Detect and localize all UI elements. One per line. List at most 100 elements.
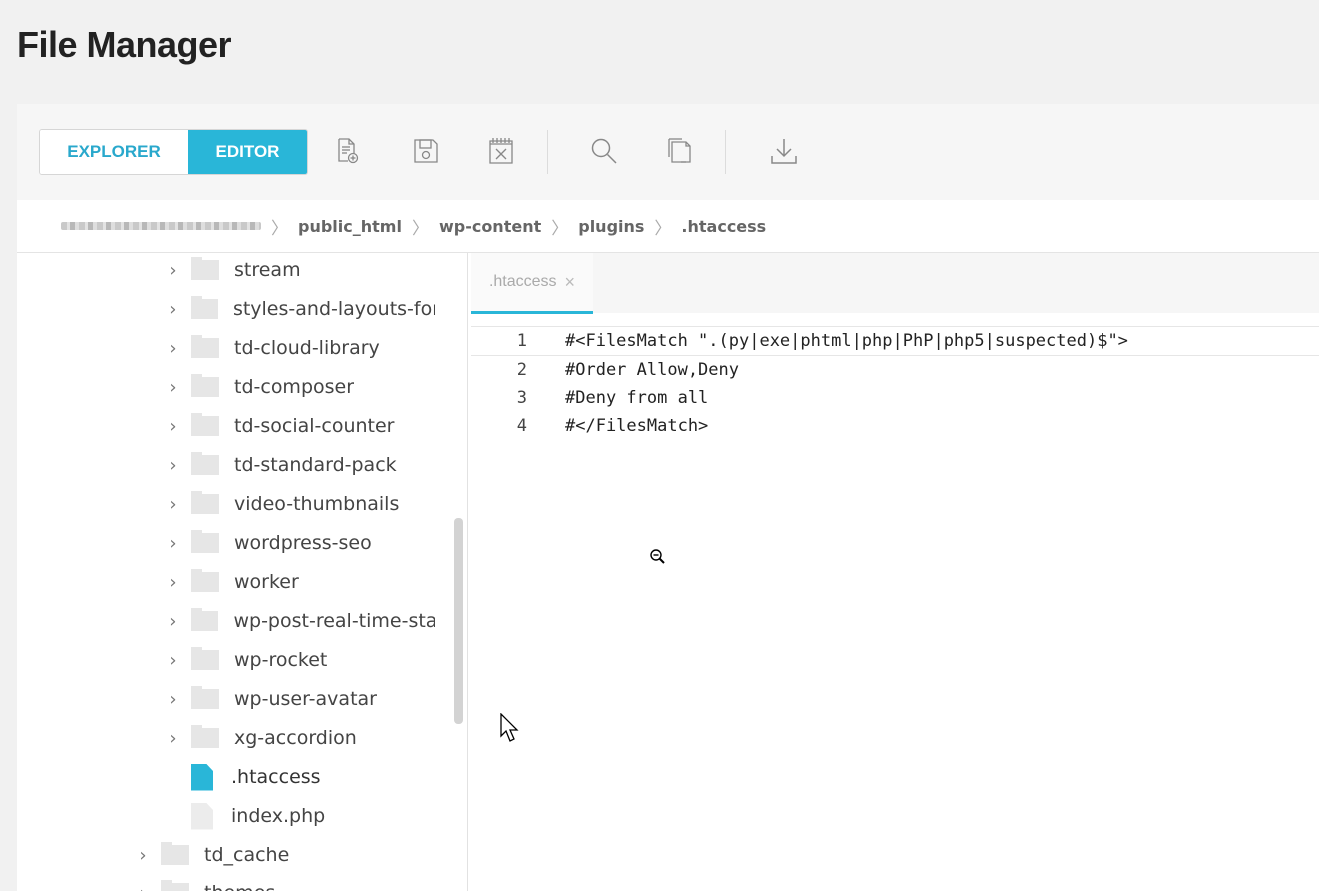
toolbar-divider <box>547 130 548 174</box>
tree-item[interactable]: › video-thumbnails <box>165 485 453 523</box>
tree-item[interactable]: › xg-accordion <box>165 719 453 757</box>
breadcrumb-public-html[interactable]: public_html <box>298 217 402 236</box>
tree-item-label: td-standard-pack <box>234 454 397 476</box>
copy-icon <box>667 137 695 165</box>
close-file-button[interactable] <box>484 134 518 168</box>
pane-divider[interactable] <box>467 253 468 891</box>
code-text: #Deny from all <box>565 388 709 408</box>
folder-icon <box>191 647 219 670</box>
chevron-right-icon: 〉 <box>411 218 429 238</box>
copy-button[interactable] <box>664 134 698 168</box>
code-line[interactable]: 3 #Deny from all <box>471 384 1319 412</box>
editor-tab-htaccess[interactable]: .htaccess × <box>471 253 593 314</box>
editor-tab-label: .htaccess <box>488 273 557 290</box>
chevron-right-icon: 〉 <box>654 218 672 238</box>
tree-item[interactable]: › td-standard-pack <box>165 446 453 484</box>
mode-switch: EXPLORER EDITOR <box>39 129 308 175</box>
tree-item-label: wordpress-seo <box>234 532 372 554</box>
download-button[interactable] <box>767 134 801 168</box>
tree-item-label: td-composer <box>234 376 355 398</box>
folder-icon <box>191 413 219 436</box>
chevron-right-icon[interactable]: › <box>165 650 181 671</box>
tree-item[interactable]: index.php <box>191 797 451 835</box>
chevron-right-icon[interactable]: › <box>165 494 181 515</box>
chevron-right-icon[interactable]: › <box>165 299 181 320</box>
chevron-right-icon[interactable]: › <box>165 377 181 398</box>
new-file-icon <box>336 138 360 164</box>
tree-item[interactable]: › wp-user-avatar <box>165 680 453 718</box>
chevron-right-icon[interactable]: › <box>165 728 181 749</box>
tree-item[interactable]: › td-composer <box>165 368 453 406</box>
chevron-right-icon: 〉 <box>271 218 288 238</box>
file-manager-panel: EXPLORER EDITOR 〉 public_html 〉 wp-conte… <box>17 104 1319 891</box>
breadcrumb-plugins[interactable]: plugins <box>578 217 644 236</box>
chevron-right-icon[interactable]: › <box>165 455 181 476</box>
line-number: 4 <box>516 416 527 436</box>
page-title: File Manager <box>17 24 232 65</box>
code-text: #Order Allow,Deny <box>565 360 739 380</box>
breadcrumb-root-redacted[interactable] <box>61 222 261 230</box>
code-text: #</FilesMatch> <box>565 416 709 436</box>
folder-icon <box>191 491 219 514</box>
breadcrumb: 〉 public_html 〉 wp-content 〉 plugins 〉 .… <box>17 200 1319 253</box>
folder-icon <box>161 842 189 865</box>
code-line[interactable]: 2 #Order Allow,Deny <box>471 356 1319 384</box>
tree-item-label: index.php <box>231 805 326 827</box>
tree-item-label: td_cache <box>204 844 290 866</box>
code-lines[interactable]: 1 #<FilesMatch ".(py|exe|phtml|php|PhP|ph… <box>471 326 1319 440</box>
chevron-right-icon[interactable]: › <box>165 533 181 554</box>
tree-item[interactable]: › themes <box>135 874 435 891</box>
tree-item[interactable]: › wordpress-seo <box>165 524 453 562</box>
chevron-right-icon[interactable]: › <box>165 260 181 281</box>
tree-item[interactable]: › td_cache <box>135 836 435 874</box>
breadcrumb-htaccess[interactable]: .htaccess <box>681 217 766 236</box>
chevron-right-icon[interactable]: › <box>165 338 181 359</box>
line-number: 3 <box>516 388 527 408</box>
line-number: 2 <box>516 360 527 380</box>
tree-item-label: td-social-counter <box>234 415 395 437</box>
save-button[interactable] <box>409 134 443 168</box>
tree-item-label: styles-and-layouts-for <box>232 298 435 320</box>
folder-icon <box>190 608 219 631</box>
pointer-cursor-icon <box>500 713 519 742</box>
editor-mode-button[interactable]: EDITOR <box>188 130 307 174</box>
tree-scrollbar[interactable] <box>454 518 463 724</box>
code-editor[interactable]: .htaccess × 1 #<FilesMatch ".(py|exe|phtm… <box>471 253 1319 891</box>
chevron-right-icon[interactable]: › <box>135 845 151 866</box>
chevron-right-icon[interactable]: › <box>165 572 181 593</box>
folder-icon <box>191 686 219 709</box>
chevron-right-icon[interactable]: › <box>165 416 181 437</box>
tree-item[interactable]: › td-social-counter <box>165 407 453 445</box>
tree-item[interactable]: › styles-and-layouts-for <box>165 290 435 328</box>
tree-item-label: themes <box>204 882 275 891</box>
folder-icon <box>191 569 219 592</box>
chevron-right-icon[interactable]: › <box>165 689 181 710</box>
folder-icon <box>191 374 219 397</box>
folder-icon <box>191 257 219 280</box>
code-text: #<FilesMatch ".(py|exe|phtml|php|PhP|php… <box>565 331 1128 351</box>
close-icon[interactable]: × <box>565 272 576 293</box>
folder-icon <box>191 452 219 475</box>
breadcrumb-wp-content[interactable]: wp-content <box>439 217 541 236</box>
chevron-right-icon[interactable]: › <box>165 611 181 632</box>
code-line[interactable]: 4 #</FilesMatch> <box>471 412 1319 440</box>
line-number: 1 <box>516 331 527 351</box>
folder-icon <box>190 296 218 319</box>
new-file-button[interactable] <box>331 134 365 168</box>
tree-item-active[interactable]: .htaccess <box>191 758 451 796</box>
tree-item-label: .htaccess <box>231 766 321 788</box>
tree-item[interactable]: › stream <box>165 253 453 289</box>
explorer-mode-button[interactable]: EXPLORER <box>40 130 188 174</box>
tree-item-label: wp-rocket <box>234 649 328 671</box>
chevron-right-icon[interactable]: › <box>135 883 151 891</box>
tree-item[interactable]: › wp-post-real-time-sta <box>165 602 435 640</box>
save-icon <box>413 138 439 164</box>
tree-item-label: worker <box>234 571 299 593</box>
tree-item[interactable]: › worker <box>165 563 453 601</box>
tree-item[interactable]: › td-cloud-library <box>165 329 453 367</box>
tree-item[interactable]: › wp-rocket <box>165 641 453 679</box>
code-line[interactable]: 1 #<FilesMatch ".(py|exe|phtml|php|PhP|ph… <box>471 326 1319 356</box>
folder-icon <box>191 530 219 553</box>
search-button[interactable] <box>587 134 621 168</box>
chevron-right-icon: 〉 <box>551 218 569 238</box>
